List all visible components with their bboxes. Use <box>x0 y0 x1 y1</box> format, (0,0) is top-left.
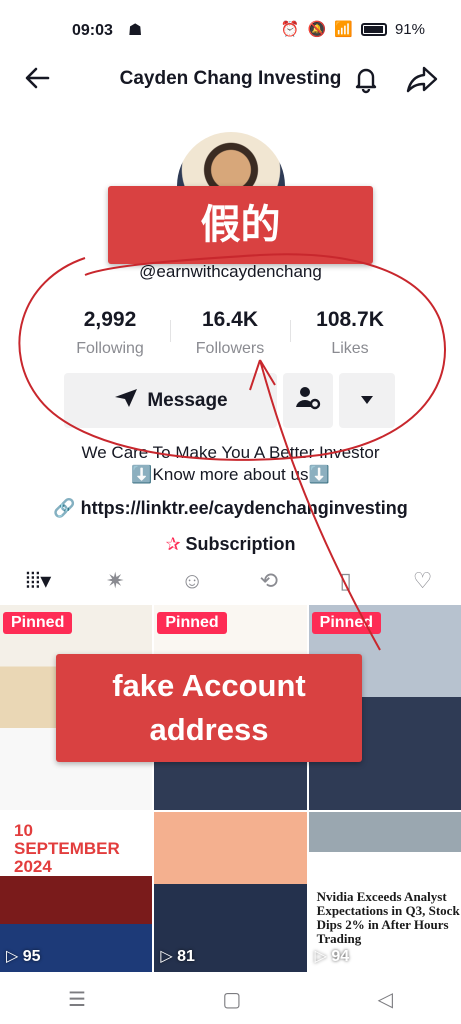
status-icons: ⏰ 🔕 📶 91% <box>280 20 425 39</box>
bio-line: We Care To Make You A Better Investor <box>81 443 380 462</box>
bio-link[interactable]: 🔗 https://linktr.ee/caydenchanginvesting <box>0 498 461 519</box>
battery-level: 91% <box>394 20 425 38</box>
bookmark-icon: ▯ <box>339 568 352 593</box>
bio-link-text: https://linktr.ee/caydenchanginvesting <box>80 498 408 518</box>
stat-value: 2,992 <box>83 308 137 331</box>
app-notification-icon: ☗ <box>128 22 143 39</box>
bio: We Care To Make You A Better Investor ⬇️… <box>0 442 461 486</box>
view-count-value: 81 <box>177 948 195 965</box>
back-icon[interactable]: ◁ <box>377 987 392 1012</box>
system-navigation-bar: ☰ ▢ ◁ <box>0 975 461 1024</box>
status-bar: 09:03 ☗ ⏰ 🔕 📶 91% <box>0 0 461 60</box>
tab-liked[interactable]: ♡ <box>384 562 461 600</box>
pinned-badge: Pinned <box>311 612 381 634</box>
home-icon[interactable]: ▢ <box>222 987 241 1012</box>
view-count-value: 94 <box>331 948 350 965</box>
stat-followers[interactable]: 16.4K Followers <box>170 308 290 368</box>
tab-favorites[interactable]: ▯ <box>307 562 384 600</box>
menu-icon[interactable]: ☰ <box>68 987 86 1012</box>
username-handle: @earnwithcaydenchang <box>139 262 322 281</box>
link-icon: 🔗 <box>53 498 81 518</box>
pinned-badge: Pinned <box>3 612 73 634</box>
stat-label: Following <box>76 340 144 357</box>
pinned-badge: Pinned <box>157 612 227 634</box>
stat-value: 16.4K <box>201 308 259 331</box>
send-icon <box>113 387 139 415</box>
tab-videos[interactable]: ⦙⦙⦙▾ <box>0 562 77 600</box>
mute-icon: 🔕 <box>307 21 327 38</box>
caption-line: fake Account <box>112 668 306 703</box>
heart-icon: ♡ <box>412 568 433 593</box>
subscription-label: Subscription <box>185 534 296 554</box>
video-thumbnail[interactable]: ▷ 81 <box>154 812 307 972</box>
caption-line: address <box>149 712 269 747</box>
repost-icon: ⟲ <box>259 568 279 593</box>
subscription-icon: ✰ <box>165 534 186 554</box>
triangle-down-icon <box>360 392 374 410</box>
sticker-icon: ☺ <box>180 568 204 593</box>
signal-icon: 📶 <box>334 21 353 38</box>
content-tabs: ⦙⦙⦙▾ ✷ ☺ ⟲ ▯ ♡ <box>0 562 461 600</box>
profile-stats: 2,992 Following 16.4K Followers 108.7K L… <box>50 308 410 368</box>
clock: 09:03 <box>72 22 113 39</box>
video-thumbnail[interactable]: 10 SEPTEMBER 2024 ▷ 95 <box>0 812 153 972</box>
profile-title: Cayden Chang Investing <box>119 68 342 89</box>
view-count-value: 95 <box>22 948 41 965</box>
tab-stickers[interactable]: ☺ <box>154 562 231 600</box>
view-count: ▷ 95 <box>6 948 41 965</box>
share-icon[interactable] <box>405 64 439 94</box>
subscription-button[interactable]: ✰ Subscription <box>0 534 461 555</box>
video-thumbnail[interactable]: Nvidia Exceeds Analyst Expectations in Q… <box>308 812 461 972</box>
more-options-button[interactable] <box>339 373 395 428</box>
fake-stamp-label: 假的 <box>108 186 373 264</box>
thumbnail-headline: 10 SEPTEMBER 2024 <box>14 821 120 876</box>
stat-label: Followers <box>195 340 265 357</box>
bio-line: ⬇️Know more about us⬇️ <box>131 465 330 484</box>
fake-account-caption: fake Account address <box>56 654 362 762</box>
bell-icon[interactable] <box>351 64 381 94</box>
profile-actions: Message <box>64 373 398 428</box>
battery-icon <box>360 22 387 36</box>
stat-label: Likes <box>331 340 369 357</box>
user-settings-icon <box>295 385 321 416</box>
sparkle-icon: ✷ <box>106 568 125 593</box>
add-friend-button[interactable] <box>283 373 333 428</box>
view-count: ▷ 94 <box>314 948 350 965</box>
videos-grid-icon: ⦙⦙⦙▾ <box>25 568 52 593</box>
stat-likes[interactable]: 108.7K Likes <box>290 308 410 368</box>
top-nav: Cayden Chang Investing <box>0 58 461 102</box>
view-count: ▷ 81 <box>160 948 195 965</box>
stat-following[interactable]: 2,992 Following <box>50 308 170 368</box>
message-button[interactable]: Message <box>64 373 277 428</box>
alarm-icon: ⏰ <box>280 21 300 38</box>
stat-value: 108.7K <box>316 308 384 331</box>
tab-sparkle[interactable]: ✷ <box>77 562 154 600</box>
thumbnail-headline: Nvidia Exceeds Analyst Expectations in Q… <box>316 889 460 946</box>
tab-reposts[interactable]: ⟲ <box>230 562 307 600</box>
message-label: Message <box>147 389 228 411</box>
